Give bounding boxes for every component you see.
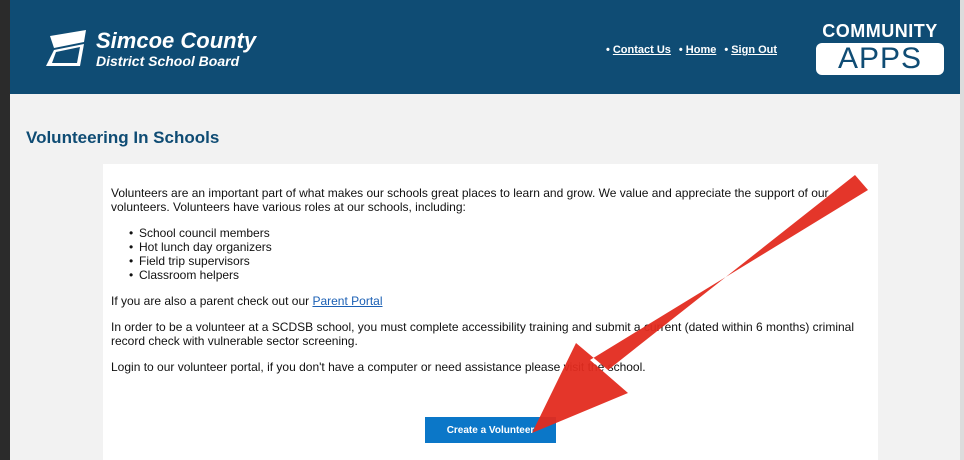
annotation-arrow-icon xyxy=(532,175,868,433)
app-window: Simcoe County District School Board • Con… xyxy=(0,0,964,460)
